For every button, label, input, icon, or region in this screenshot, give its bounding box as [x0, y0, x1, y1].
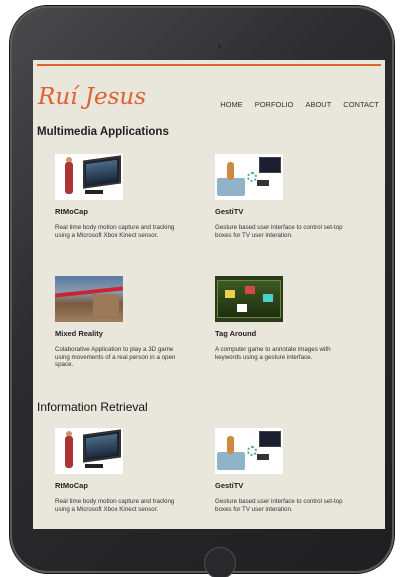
- nav-portfolio[interactable]: PORFOLIO: [255, 100, 294, 109]
- mixed-reality-thumbnail[interactable]: [55, 276, 123, 322]
- card-title[interactable]: Mixed Reality: [55, 329, 195, 338]
- section-title-information-retrieval: Information Retrieval: [37, 400, 148, 414]
- tag-around-thumbnail[interactable]: [215, 276, 283, 322]
- project-card-rtmocap[interactable]: RtMoCap Real time body motion capture an…: [55, 428, 195, 513]
- card-title[interactable]: Tag Around: [215, 329, 355, 338]
- card-description: Gesture based user interface to control …: [215, 498, 343, 513]
- project-card-mixed-reality[interactable]: Mixed Reality Colaborative Application t…: [55, 276, 195, 369]
- card-description: Colaborative Application to play a 3D ga…: [55, 346, 176, 368]
- project-card-rtmocap[interactable]: RtMoCap Real time body motion capture an…: [55, 154, 195, 239]
- camera-icon: [216, 43, 223, 50]
- gestitv-thumbnail[interactable]: [215, 154, 283, 200]
- rtmocap-thumbnail[interactable]: [55, 428, 123, 474]
- web-page: Ruí Jesus HOME PORFOLIO ABOUT CONTACT Mu…: [33, 60, 385, 529]
- card-title[interactable]: GestiTV: [215, 207, 355, 216]
- top-accent-rule: [37, 64, 381, 66]
- project-card-gestitv[interactable]: GestiTV Gesture based user interface to …: [215, 154, 355, 239]
- project-card-gestitv[interactable]: GestiTV Gesture based user interface to …: [215, 428, 355, 513]
- nav-home[interactable]: HOME: [220, 100, 243, 109]
- home-button[interactable]: [204, 547, 236, 577]
- site-logo[interactable]: Ruí Jesus: [38, 84, 146, 110]
- rtmocap-thumbnail[interactable]: [55, 154, 123, 200]
- nav-contact[interactable]: CONTACT: [343, 100, 379, 109]
- main-nav: HOME PORFOLIO ABOUT CONTACT: [220, 100, 379, 109]
- card-description: Real time body motion capture and tracki…: [55, 224, 175, 239]
- card-title[interactable]: GestiTV: [215, 481, 355, 490]
- card-title[interactable]: RtMoCap: [55, 207, 195, 216]
- card-description: Gesture based user interface to control …: [215, 224, 343, 239]
- nav-about[interactable]: ABOUT: [305, 100, 331, 109]
- card-title[interactable]: RtMoCap: [55, 481, 195, 490]
- gestitv-thumbnail[interactable]: [215, 428, 283, 474]
- card-description: Real time body motion capture and tracki…: [55, 498, 175, 513]
- section-title-multimedia: Multimedia Applications: [37, 126, 169, 138]
- card-description: A computer game to annotate images with …: [215, 346, 331, 361]
- project-card-tag-around[interactable]: Tag Around A computer game to annotate i…: [215, 276, 355, 361]
